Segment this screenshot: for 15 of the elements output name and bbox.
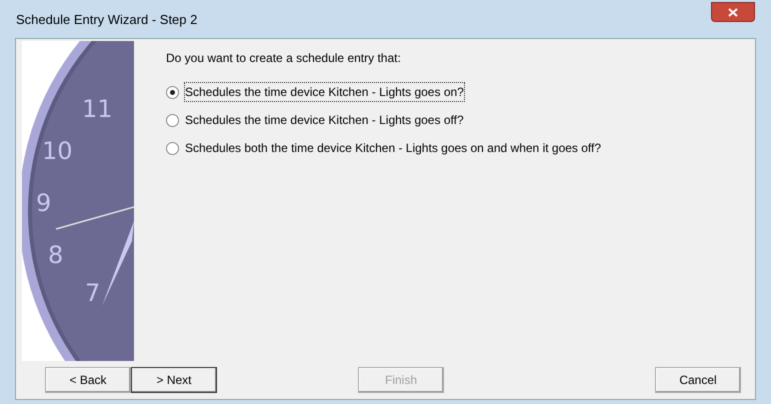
close-icon <box>728 8 738 16</box>
radio-button[interactable] <box>166 114 179 126</box>
question-text: Do you want to create a schedule entry that: <box>166 50 402 67</box>
close-button[interactable] <box>711 2 755 22</box>
option-label: Schedules the time device Kitchen - Lights goes off? <box>185 112 464 129</box>
wizard-button[interactable]: > Next <box>131 367 217 393</box>
radio-button[interactable] <box>166 86 179 98</box>
option-label: Schedules the time device Kitchen - Lights goes on? <box>185 83 464 101</box>
window-title: Schedule Entry Wizard - Step 2 <box>16 11 198 30</box>
clock-drawing: 11 10 9 8 7 <box>22 41 134 361</box>
radio-button[interactable] <box>166 142 179 154</box>
wizard-button[interactable]: < Back <box>45 367 131 393</box>
wizard-button[interactable]: Cancel <box>655 367 741 393</box>
radio-option[interactable]: Schedules the time device Kitchen - Lights goes on? <box>166 83 602 101</box>
radio-option[interactable]: Schedules the time device Kitchen - Lights goes off? <box>166 111 602 129</box>
